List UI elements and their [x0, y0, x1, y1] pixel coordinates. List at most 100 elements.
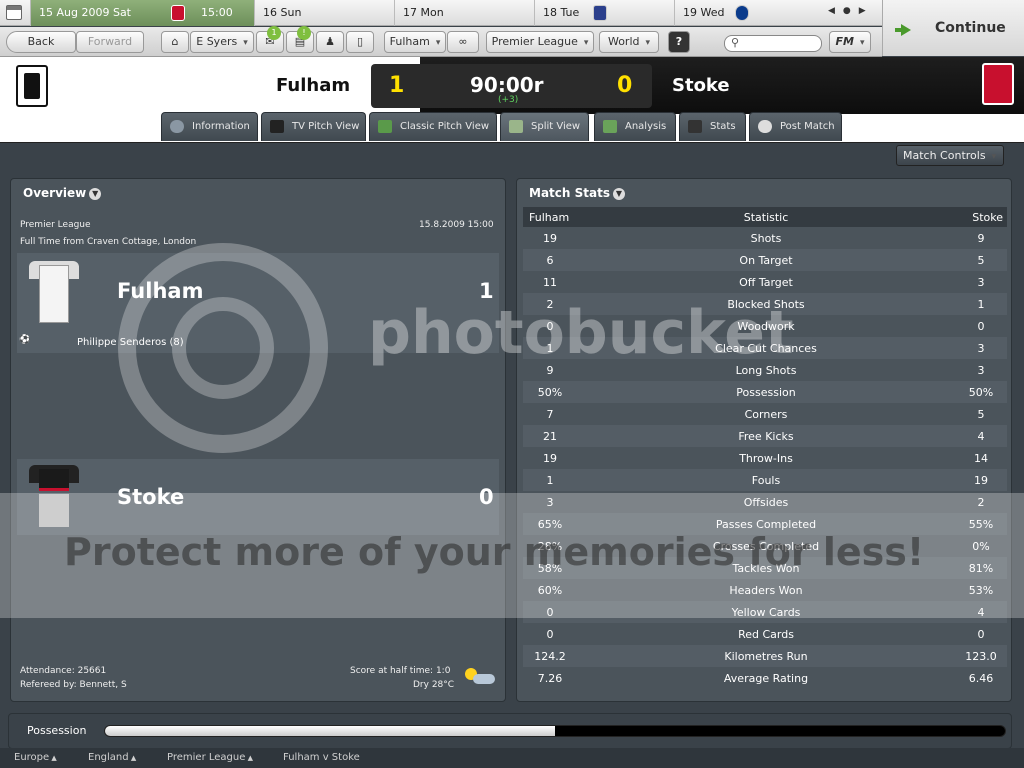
away-value: 3	[955, 359, 1007, 381]
match-datetime: 15.8.2009 15:00	[419, 220, 494, 230]
search-input[interactable]: ⚲	[724, 35, 822, 52]
tab-classic-pitch-view[interactable]: Classic Pitch View	[369, 112, 497, 141]
clipboard-icon: ▯	[356, 35, 364, 48]
stats-row: 7.26 Average Rating 6.46	[523, 667, 1007, 689]
news-button[interactable]: ▤ !	[286, 26, 314, 53]
away-value: 19	[955, 469, 1007, 491]
stats-row: 19 Throw-Ins 14	[523, 447, 1007, 469]
stats-header-row: Fulham Statistic Stoke	[523, 207, 1007, 227]
possession-bar: Possession	[8, 713, 1012, 749]
forward-label: Forward	[87, 35, 133, 48]
possession-label: Possession	[27, 724, 87, 737]
home-value: 2	[523, 293, 577, 315]
match-controls-label: Match Controls	[903, 149, 986, 162]
tv-icon	[270, 120, 284, 133]
search-icon: ⚲	[731, 36, 740, 49]
stats-row: 0 Woodwork 0	[523, 315, 1007, 337]
statistic-name: Blocked Shots	[577, 293, 955, 315]
world-dropdown[interactable]: World	[599, 31, 659, 53]
competition-dropdown[interactable]: Premier League	[486, 31, 594, 53]
calendar-day-active[interactable]: 15 Aug 2009 Sat 15:00	[30, 0, 254, 26]
inbox-button[interactable]: ✉ 1	[256, 26, 284, 53]
away-score: 0	[617, 73, 633, 98]
help-button[interactable]: ?	[668, 31, 690, 53]
tab-label: Analysis	[625, 121, 667, 132]
fm-menu-button[interactable]: FM	[829, 31, 871, 53]
calendar-bar: 15 Aug 2009 Sat 15:00 16 Sun 17 Mon 18 T…	[0, 0, 1024, 26]
stats-row: 6 On Target 5	[523, 249, 1007, 271]
club-label: Fulham	[389, 35, 430, 48]
prev-arrow-icon[interactable]: ◀	[828, 6, 843, 16]
breadcrumb-match[interactable]: Fulham v Stoke	[283, 752, 360, 763]
stats-row: 124.2 Kilometres Run 123.0	[523, 645, 1007, 667]
home-team-score: 1	[479, 279, 494, 303]
home-value: 6	[523, 249, 577, 271]
home-icon: ⌂	[171, 35, 179, 48]
tab-split-view[interactable]: Split View	[500, 112, 589, 141]
notes-button[interactable]: ▯	[346, 31, 374, 53]
calendar-day-18[interactable]: 18 Tue	[534, 0, 674, 26]
home-score: 1	[389, 73, 405, 98]
bar-chart-icon	[688, 120, 702, 133]
continue-label: Continue	[935, 20, 1006, 36]
home-value: 0	[523, 623, 577, 645]
binoculars-icon: ∞	[458, 35, 468, 48]
home-value: 7	[523, 403, 577, 425]
tab-post-match[interactable]: Post Match	[749, 112, 842, 141]
statistic-name: Red Cards	[577, 623, 955, 645]
overview-title[interactable]: Overview ▼	[23, 186, 102, 200]
stats-row: 9 Long Shots 3	[523, 359, 1007, 381]
statistic-name: On Target	[577, 249, 955, 271]
home-button[interactable]: ⌂	[161, 31, 189, 53]
active-time-label: 15:00	[201, 6, 233, 19]
statistic-name: Off Target	[577, 271, 955, 293]
continue-button[interactable]: Continue	[882, 0, 1024, 56]
match-stats-title-label: Match Stats	[529, 186, 610, 200]
away-value: 3	[955, 337, 1007, 359]
analysis-icon	[603, 120, 617, 133]
breadcrumb: Europe England Premier League Fulham v S…	[0, 748, 1024, 768]
back-button[interactable]: Back	[6, 31, 76, 53]
breadcrumb-premier-league[interactable]: Premier League	[167, 752, 253, 763]
tab-analysis[interactable]: Analysis	[594, 112, 676, 141]
weather-text: Dry 28°C	[413, 680, 455, 690]
away-value: 3	[955, 271, 1007, 293]
possession-home-fill	[105, 726, 555, 736]
help-icon: ?	[675, 35, 683, 48]
referee-text: Refereed by: Bennett, S	[20, 680, 127, 690]
today-dot-icon[interactable]: ●	[843, 6, 859, 16]
competition-label: Premier League	[491, 35, 578, 48]
club-dropdown[interactable]: Fulham	[384, 31, 446, 53]
match-controls-dropdown[interactable]: Match Controls	[896, 145, 1004, 166]
tab-tv-pitch-view[interactable]: TV Pitch View	[261, 112, 366, 141]
match-stats-title[interactable]: Match Stats ▼	[529, 186, 625, 200]
home-team-name: Fulham	[276, 75, 351, 96]
chevron-down-icon[interactable]: ▼	[612, 187, 625, 200]
breadcrumb-europe[interactable]: Europe	[14, 752, 57, 763]
stats-body: 19 Shots 9 6 On Target 5 11 Off Target 3 2 Blocked…	[523, 227, 1007, 689]
next-arrow-icon[interactable]: ▶	[859, 6, 874, 16]
home-value: 1	[523, 469, 577, 491]
active-day-label: 15 Aug 2009 Sat	[39, 6, 131, 19]
tab-label: Classic Pitch View	[400, 121, 490, 132]
breadcrumb-england[interactable]: England	[88, 752, 136, 763]
search-players-button[interactable]: ∞	[447, 31, 479, 53]
fulham-crest-icon	[16, 65, 48, 107]
scout-button[interactable]: ♟	[316, 31, 344, 53]
calendar-nav[interactable]: ◀●▶	[828, 6, 874, 20]
calendar-day-19[interactable]: 19 Wed	[674, 0, 819, 26]
forward-button[interactable]: Forward	[76, 31, 144, 53]
manager-dropdown[interactable]: E Syers	[190, 31, 254, 53]
fm-label: FM	[835, 35, 854, 48]
home-value: 19	[523, 227, 577, 249]
chevron-down-icon[interactable]: ▼	[89, 187, 102, 200]
statistic-name: Possession	[577, 381, 955, 403]
calendar-icon[interactable]	[6, 5, 22, 20]
tab-information[interactable]: Information	[161, 112, 258, 141]
stats-row: 19 Shots 9	[523, 227, 1007, 249]
calendar-day-16[interactable]: 16 Sun	[254, 0, 394, 26]
away-value: 5	[955, 249, 1007, 271]
tab-stats[interactable]: Stats	[679, 112, 746, 141]
calendar-day-17[interactable]: 17 Mon	[394, 0, 534, 26]
away-value: 9	[955, 227, 1007, 249]
